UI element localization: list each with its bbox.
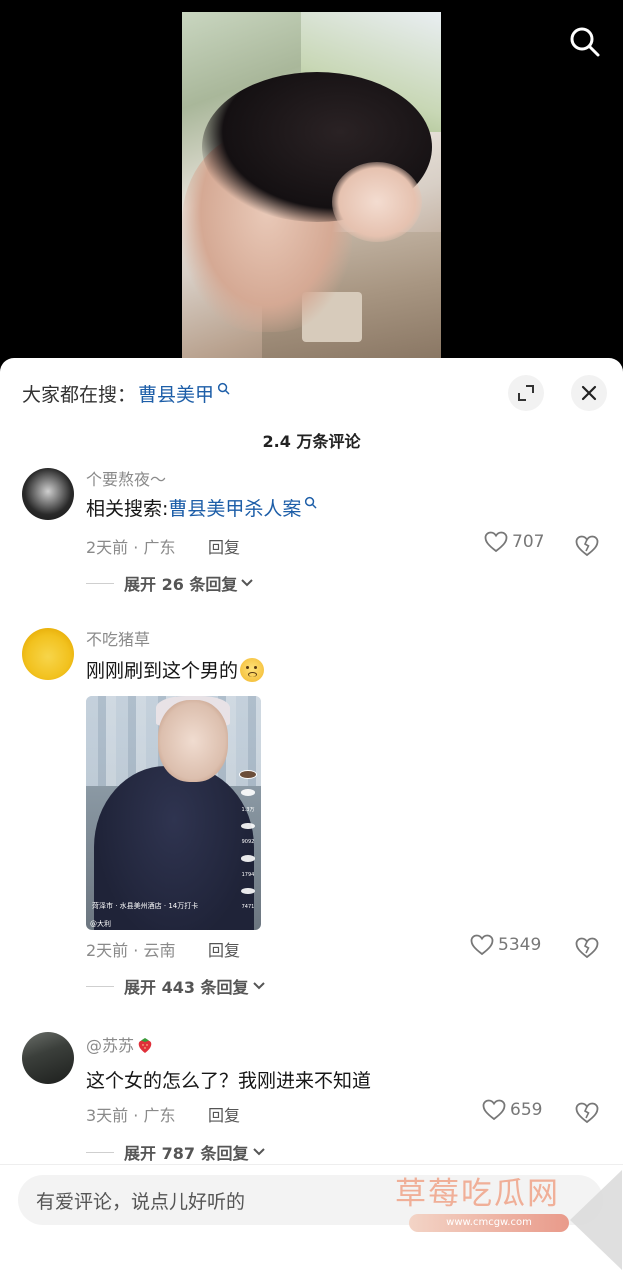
comment-time-location: 2天前 · 云南: [86, 941, 176, 960]
comment-time-location: 3天前 · 广东: [86, 1106, 176, 1125]
divider-dash: [86, 582, 114, 584]
expand-replies-button[interactable]: 展开 787 条回复: [86, 1140, 266, 1164]
chevron-down-icon: [252, 982, 265, 990]
expand-replies-button[interactable]: 展开 26 条回复: [86, 571, 254, 595]
comment-time-location: 2天前 · 广东: [86, 538, 176, 557]
search-small-icon: [305, 496, 317, 509]
worried-face-emoji: [240, 657, 265, 682]
strawberry-emoji-icon: [138, 1038, 152, 1053]
avatar[interactable]: [22, 468, 74, 520]
close-icon: [581, 385, 597, 401]
comment-username[interactable]: 个要熬夜～: [86, 466, 166, 490]
expand-sheet-button[interactable]: [508, 375, 544, 411]
heart-icon: [484, 531, 508, 553]
search-small-icon: [217, 382, 230, 395]
reply-button[interactable]: 回复: [208, 937, 240, 961]
comment-username[interactable]: 不吃猪草: [86, 626, 150, 650]
like-count: 5349: [498, 935, 542, 955]
dislike-icon[interactable]: [575, 1101, 599, 1125]
comment-username-text: @苏苏: [86, 1036, 135, 1055]
thumbnail-star-icon: [241, 855, 255, 862]
watermark-triangle-icon: [570, 1170, 622, 1270]
avatar[interactable]: [22, 628, 74, 680]
thumbnail-author: @大利: [90, 920, 111, 928]
thumbnail-location: 菏泽市 · 水县美州酒店 · 14万打卡: [92, 902, 199, 910]
thumbnail-share-icon: [241, 887, 255, 895]
comment-item: 个要熬夜～ 相关搜索: 曹县美甲杀人案 2天前 · 广东 回复 707 展开 2…: [0, 466, 623, 596]
search-button[interactable]: [567, 24, 603, 60]
dislike-icon[interactable]: [575, 936, 599, 960]
video-frame[interactable]: [182, 12, 441, 358]
comment-item: @苏苏 这个女的怎么了？我刚进来不知道 3天前 · 广东 回复 659 展开 7…: [0, 1032, 623, 1164]
expand-replies-button[interactable]: 展开 443 条回复: [86, 974, 266, 998]
divider-dash: [86, 985, 114, 987]
dislike-icon[interactable]: [575, 534, 599, 558]
reply-button[interactable]: 回复: [208, 534, 240, 558]
close-sheet-button[interactable]: [571, 375, 607, 411]
thumbnail-person-head: [158, 700, 228, 782]
related-search-link[interactable]: 曹县美甲杀人案: [168, 494, 301, 521]
suggestion-prefix: 大家都在搜：: [22, 384, 137, 406]
thumbnail-share-count: 7471: [241, 904, 255, 911]
comment-text-content: 刚刚刷到这个男的: [86, 660, 239, 682]
like-button[interactable]: 5349: [470, 934, 541, 956]
watermark-title: 草莓吃瓜网: [395, 1176, 560, 1212]
comment-item: 不吃猪草 刚刚刷到这个男的 1.3万 9092 1794 7471 菏泽市 · …: [0, 626, 623, 1006]
expand-replies-label: 展开 443 条回复: [124, 978, 249, 997]
thumbnail-favorite-count: 1794: [241, 871, 255, 878]
reply-button[interactable]: 回复: [208, 1102, 240, 1126]
expand-replies-label: 展开 26 条回复: [124, 575, 238, 594]
thumbnail-comment-count: 9092: [241, 839, 255, 846]
thumbnail-heart-icon: [241, 789, 255, 796]
heart-icon: [470, 934, 494, 956]
related-search-prefix: 相关搜索:: [86, 498, 169, 520]
comment-username[interactable]: @苏苏: [86, 1032, 154, 1056]
heart-icon: [482, 1099, 506, 1121]
like-count: 659: [510, 1100, 543, 1120]
sheet-header: 大家都在搜： 曹县美甲: [0, 358, 623, 428]
expand-icon: [518, 385, 534, 401]
search-suggestion[interactable]: 大家都在搜： 曹县美甲: [22, 380, 230, 407]
video-player[interactable]: [0, 0, 623, 370]
comment-sheet: 大家都在搜： 曹县美甲 2.4 万条评论 个要熬夜～ 相关搜索: 曹县美甲杀人案…: [0, 358, 623, 1280]
video-thumbnail[interactable]: 1.3万 9092 1794 7471 菏泽市 · 水县美州酒店 · 14万打卡…: [86, 696, 261, 930]
comment-text: 这个女的怎么了？我刚进来不知道: [86, 1070, 372, 1092]
avatar[interactable]: [22, 1032, 74, 1084]
comment-text: 刚刚刷到这个男的: [86, 656, 265, 683]
expand-replies-label: 展开 787 条回复: [124, 1144, 249, 1163]
thumbnail-action-rail: 1.3万 9092 1794 7471: [238, 770, 258, 910]
comment-text: 相关搜索: 曹县美甲杀人案: [86, 494, 317, 521]
like-count: 707: [512, 532, 545, 552]
chevron-down-icon: [252, 1148, 265, 1156]
divider-dash: [86, 1151, 114, 1153]
comment-count-title: 2.4 万条评论: [262, 432, 361, 451]
like-button[interactable]: 707: [484, 531, 544, 553]
thumbnail-author-avatar: [239, 770, 257, 780]
suggestion-term-link[interactable]: 曹县美甲: [138, 380, 214, 407]
search-icon: [570, 27, 600, 57]
like-button[interactable]: 659: [482, 1099, 542, 1121]
video-scene-face: [332, 162, 422, 242]
thumbnail-like-count: 1.3万: [241, 806, 255, 813]
thumbnail-comment-icon: [241, 822, 255, 830]
watermark-url: www.cmcgw.com: [409, 1214, 569, 1232]
chevron-down-icon: [241, 579, 254, 587]
